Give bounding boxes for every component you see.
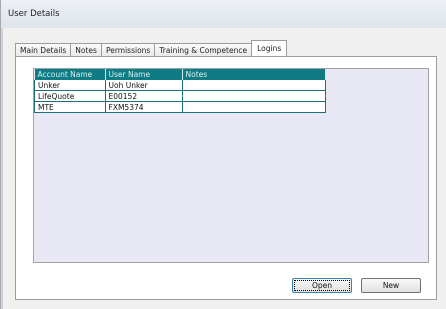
new-button[interactable]: New xyxy=(361,278,421,293)
column-header-notes[interactable]: Notes xyxy=(182,69,326,80)
window-left-border xyxy=(1,28,3,309)
logins-table: Account Name User Name Notes Unker Uoh U… xyxy=(34,69,326,113)
tab-permissions[interactable]: Permissions xyxy=(100,43,156,56)
cell-user-name[interactable]: E00152 xyxy=(105,90,183,102)
column-header-account-name[interactable]: Account Name xyxy=(34,69,106,80)
table-row[interactable]: LifeQuote E00152 xyxy=(34,90,326,102)
tab-training-competence[interactable]: Training & Competence xyxy=(154,43,253,56)
open-button[interactable]: Open xyxy=(292,278,352,293)
cell-user-name[interactable]: Uoh Unker xyxy=(105,80,183,91)
cell-notes[interactable] xyxy=(182,80,326,91)
logins-tab-panel: Account Name User Name Notes Unker Uoh U… xyxy=(15,56,437,300)
cell-user-name[interactable]: FXM5374 xyxy=(105,101,183,113)
cell-account-name[interactable]: MTE xyxy=(34,101,106,113)
user-details-window: User Details Main Details Notes Permissi… xyxy=(0,0,446,309)
title-bar: User Details xyxy=(1,0,446,28)
tab-logins[interactable]: Logins xyxy=(251,40,288,56)
cell-notes[interactable] xyxy=(182,90,326,102)
grid-header-row: Account Name User Name Notes xyxy=(34,69,326,80)
cell-notes[interactable] xyxy=(182,101,326,113)
tab-main-details[interactable]: Main Details xyxy=(15,43,72,56)
window-title: User Details xyxy=(8,9,60,19)
cell-account-name[interactable]: Unker xyxy=(34,80,106,91)
table-row[interactable]: MTE FXM5374 xyxy=(34,101,326,113)
tab-notes[interactable]: Notes xyxy=(70,43,102,56)
cell-account-name[interactable]: LifeQuote xyxy=(34,90,106,102)
table-row[interactable]: Unker Uoh Unker xyxy=(34,80,326,91)
column-header-user-name[interactable]: User Name xyxy=(105,69,183,80)
tab-strip: Main Details Notes Permissions Training … xyxy=(15,40,288,56)
logins-grid[interactable]: Account Name User Name Notes Unker Uoh U… xyxy=(33,68,429,263)
